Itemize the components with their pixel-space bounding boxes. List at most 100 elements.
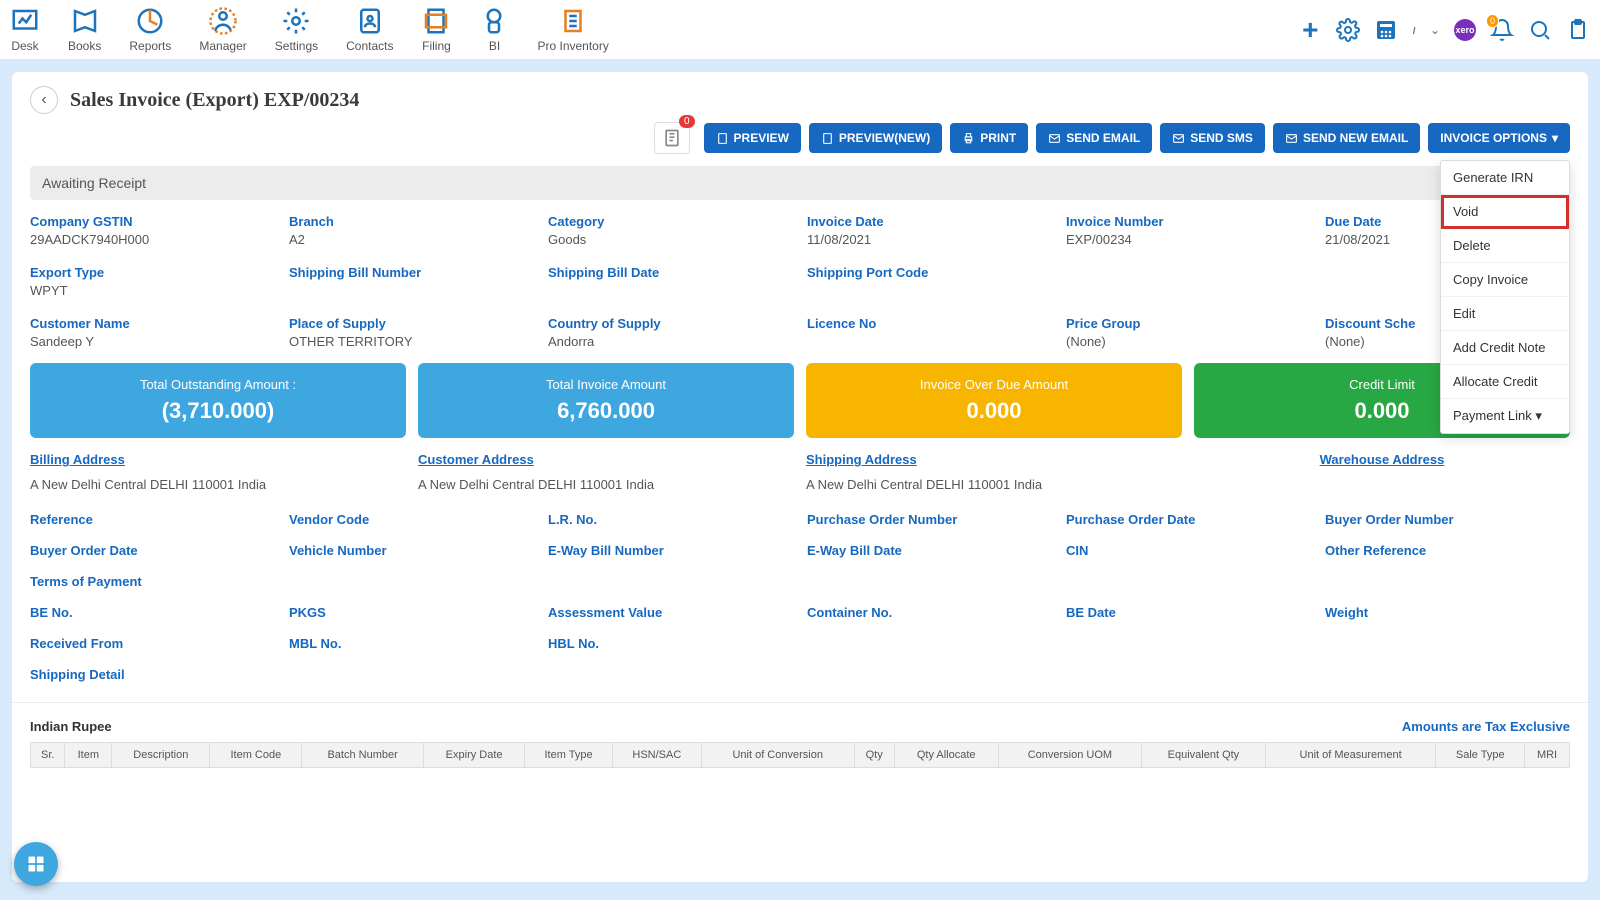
invoice-options-button[interactable]: INVOICE OPTIONS ▾	[1428, 123, 1570, 153]
attachments-button[interactable]	[654, 122, 690, 154]
top-navbar: Desk Books Reports Manager Settings Contacts F…	[0, 0, 1600, 60]
add-icon[interactable]: +	[1298, 18, 1322, 42]
ref-shipping-detail: Shipping Detail	[30, 667, 275, 682]
items-table: Sr.ItemDescriptionItem CodeBatch NumberE…	[30, 742, 1570, 768]
ref-e-way-bill-number: E-Way Bill Number	[548, 543, 793, 558]
nav-books[interactable]: Books	[68, 6, 101, 53]
ref-pkgs: PKGS	[289, 605, 534, 620]
user-indicator: ı	[1412, 22, 1416, 37]
option-copy-invoice[interactable]: Copy Invoice	[1441, 263, 1569, 297]
ref-be-date: BE Date	[1066, 605, 1311, 620]
address-row: Billing AddressA New Delhi Central DELHI…	[12, 438, 1588, 500]
ref-hbl-no-: HBL No.	[548, 636, 793, 651]
shipping-address-link[interactable]: Shipping Address	[806, 452, 1182, 467]
price-group-label: Price Group	[1066, 316, 1311, 331]
ref-received-from: Received From	[30, 636, 275, 651]
reference-grid: ReferenceVendor CodeL.R. No.Purchase Ord…	[12, 500, 1588, 703]
meta-grid: Company GSTIN29AADCK7940H000 BranchA2 Ca…	[12, 214, 1588, 363]
ref-purchase-order-number: Purchase Order Number	[807, 512, 1052, 527]
page-container: ‹ Sales Invoice (Export) EXP/00234 PREVI…	[12, 72, 1588, 882]
export-type-label: Export Type	[30, 265, 275, 280]
shipping-bill-date-label: Shipping Bill Date	[548, 265, 793, 280]
ref-other-reference: Other Reference	[1325, 543, 1570, 558]
invoice-number-label: Invoice Number	[1066, 214, 1311, 229]
nav-desk[interactable]: Desk	[10, 6, 40, 53]
ref-vendor-code: Vendor Code	[289, 512, 534, 527]
ref-buyer-order-date: Buyer Order Date	[30, 543, 275, 558]
col-qty-allocate: Qty Allocate	[894, 743, 998, 768]
action-toolbar: PREVIEW PREVIEW(NEW) PRINT SEND EMAIL SE…	[12, 114, 1588, 162]
send-sms-button[interactable]: SEND SMS	[1160, 123, 1265, 153]
tax-exclusive-label: Amounts are Tax Exclusive	[1402, 719, 1570, 734]
col-expiry-date: Expiry Date	[424, 743, 525, 768]
option-edit[interactable]: Edit	[1441, 297, 1569, 331]
ref-weight: Weight	[1325, 605, 1570, 620]
send-email-button[interactable]: SEND EMAIL	[1036, 123, 1152, 153]
ref-be-no-: BE No.	[30, 605, 275, 620]
option-void[interactable]: Void	[1441, 195, 1569, 229]
ref-e-way-bill-date: E-Way Bill Date	[807, 543, 1052, 558]
country-supply-label: Country of Supply	[548, 316, 793, 331]
col-qty: Qty	[854, 743, 894, 768]
option-delete[interactable]: Delete	[1441, 229, 1569, 263]
ref-vehicle-number: Vehicle Number	[289, 543, 534, 558]
card-overdue: Invoice Over Due Amount0.000	[806, 363, 1182, 438]
ref-assessment-value: Assessment Value	[548, 605, 793, 620]
xero-icon[interactable]: xero	[1454, 19, 1476, 41]
invoice-options-dropdown: Generate IRNVoidDeleteCopy InvoiceEditAd…	[1440, 160, 1570, 434]
branch-label: Branch	[289, 214, 534, 229]
bell-icon[interactable]: 0	[1490, 18, 1514, 42]
ref-mbl-no-: MBL No.	[289, 636, 534, 651]
category-label: Category	[548, 214, 793, 229]
nav-bi[interactable]: BI	[479, 6, 509, 53]
col-conversion-uom: Conversion UOM	[998, 743, 1141, 768]
ref-reference: Reference	[30, 512, 275, 527]
clipboard-icon[interactable]	[1566, 18, 1590, 42]
invoice-date-label: Invoice Date	[807, 214, 1052, 229]
warehouse-address-link[interactable]: Warehouse Address	[1194, 452, 1570, 467]
nav-contacts[interactable]: Contacts	[346, 6, 393, 53]
preview-new-button[interactable]: PREVIEW(NEW)	[809, 123, 942, 153]
col-sr-: Sr.	[31, 743, 65, 768]
billing-address-link[interactable]: Billing Address	[30, 452, 406, 467]
preview-button[interactable]: PREVIEW	[704, 123, 801, 153]
back-button[interactable]: ‹	[30, 86, 58, 114]
option-allocate-credit[interactable]: Allocate Credit	[1441, 365, 1569, 399]
search-icon[interactable]	[1528, 18, 1552, 42]
ref-container-no-: Container No.	[807, 605, 1052, 620]
col-batch-number: Batch Number	[302, 743, 424, 768]
col-hsn-sac: HSN/SAC	[612, 743, 701, 768]
ref-buyer-order-number: Buyer Order Number	[1325, 512, 1570, 527]
customer-address-link[interactable]: Customer Address	[418, 452, 794, 467]
col-mri: MRI	[1525, 743, 1570, 768]
page-title: Sales Invoice (Export) EXP/00234	[70, 89, 359, 112]
option-payment-link[interactable]: Payment Link ▾	[1441, 399, 1569, 433]
nav-reports[interactable]: Reports	[129, 6, 171, 53]
licence-no-label: Licence No	[807, 316, 1052, 331]
card-outstanding: Total Outstanding Amount :(3,710.000)	[30, 363, 406, 438]
chevron-down-icon[interactable]: ⌄	[1430, 23, 1440, 37]
calculator-icon[interactable]	[1374, 18, 1398, 42]
print-button[interactable]: PRINT	[950, 123, 1028, 153]
place-supply-label: Place of Supply	[289, 316, 534, 331]
nav-filing[interactable]: Filing	[421, 6, 451, 53]
currency-label: Indian Rupee	[30, 719, 112, 734]
nav-manager[interactable]: Manager	[199, 6, 246, 53]
col-description: Description	[112, 743, 210, 768]
shipping-bill-no-label: Shipping Bill Number	[289, 265, 534, 280]
apps-fab[interactable]	[14, 842, 58, 886]
nav-settings[interactable]: Settings	[275, 6, 318, 53]
send-new-email-button[interactable]: SEND NEW EMAIL	[1273, 123, 1420, 153]
status-bar: Awaiting Receipt	[30, 166, 1570, 200]
gear-icon[interactable]	[1336, 18, 1360, 42]
col-item-type: Item Type	[525, 743, 613, 768]
ref-purchase-order-date: Purchase Order Date	[1066, 512, 1311, 527]
customer-name-label: Customer Name	[30, 316, 275, 331]
nav-pro-inventory[interactable]: Pro Inventory	[537, 6, 608, 53]
option-add-credit-note[interactable]: Add Credit Note	[1441, 331, 1569, 365]
col-unit-of-conversion: Unit of Conversion	[701, 743, 854, 768]
company-gstin-label: Company GSTIN	[30, 214, 275, 229]
ref-terms-of-payment: Terms of Payment	[30, 574, 275, 589]
option-generate-irn[interactable]: Generate IRN	[1441, 161, 1569, 195]
ref-cin: CIN	[1066, 543, 1311, 558]
